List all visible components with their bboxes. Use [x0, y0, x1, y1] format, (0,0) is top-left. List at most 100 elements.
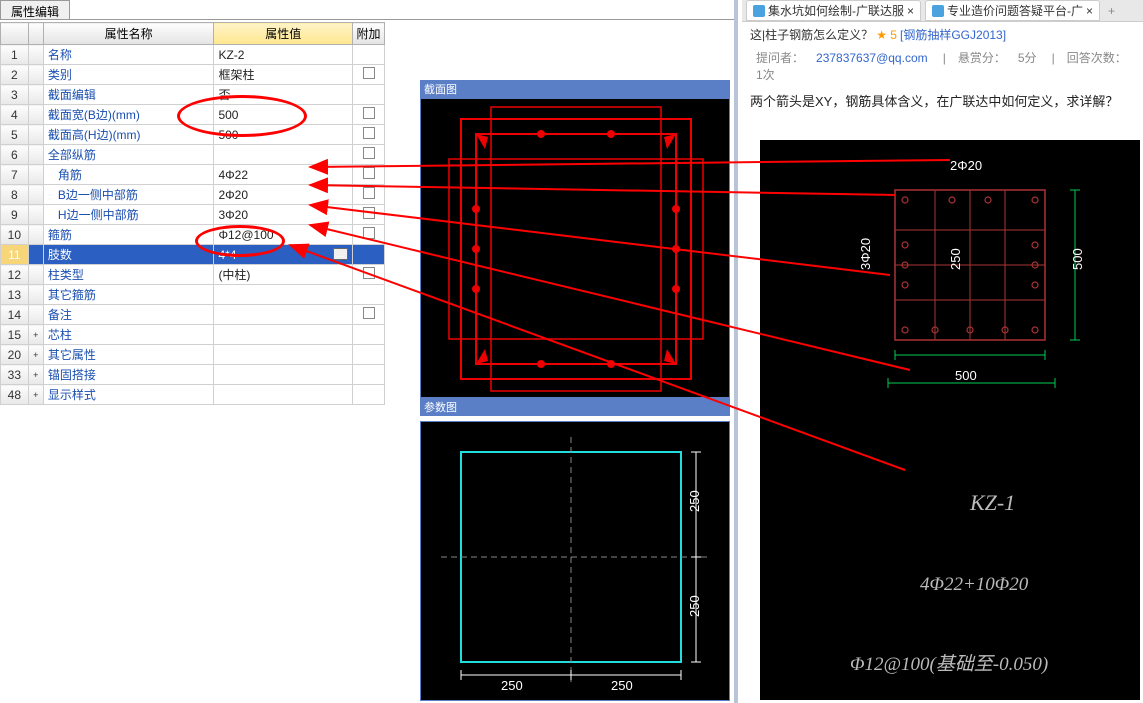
row-number: 10 — [1, 225, 29, 245]
close-icon[interactable]: × — [907, 4, 914, 18]
property-value[interactable] — [214, 365, 353, 385]
checkbox-icon[interactable] — [363, 127, 375, 139]
property-name: 芯柱 — [43, 325, 214, 345]
category-link[interactable]: [钢筋抽样GGJ2013] — [900, 28, 1006, 42]
row-number: 5 — [1, 125, 29, 145]
expand-toggle — [28, 185, 43, 205]
svg-text:2Φ20: 2Φ20 — [950, 158, 982, 173]
property-row[interactable]: 11肢数4*4… — [1, 245, 385, 265]
expand-toggle[interactable]: + — [28, 325, 43, 345]
row-number: 15 — [1, 325, 29, 345]
checkbox-icon[interactable] — [363, 267, 375, 279]
property-value[interactable] — [214, 385, 353, 405]
property-name: 角筋 — [43, 165, 214, 185]
extra-checkbox-cell[interactable] — [353, 185, 385, 205]
property-value[interactable] — [214, 345, 353, 365]
property-value[interactable]: 3Φ20 — [214, 205, 353, 225]
svg-text:250: 250 — [948, 248, 963, 270]
property-row[interactable]: 6全部纵筋 — [1, 145, 385, 165]
property-row[interactable]: 48+显示样式 — [1, 385, 385, 405]
extra-checkbox-cell[interactable] — [353, 65, 385, 85]
expand-toggle[interactable]: + — [28, 385, 43, 405]
extra-checkbox-cell[interactable] — [353, 245, 385, 265]
property-row[interactable]: 7 角筋4Φ22 — [1, 165, 385, 185]
extra-checkbox-cell[interactable] — [353, 145, 385, 165]
property-row[interactable]: 9H边一侧中部筋3Φ20 — [1, 205, 385, 225]
question-text: 两个箭头是XY，钢筋具体含义，在广联达中如何定义，求详解？ — [742, 85, 1143, 116]
extra-checkbox-cell[interactable] — [353, 125, 385, 145]
property-name: B边一侧中部筋 — [43, 185, 214, 205]
property-row[interactable]: 12柱类型(中柱) — [1, 265, 385, 285]
property-row[interactable]: 1 名称KZ-2 — [1, 45, 385, 65]
property-value[interactable]: (中柱) — [214, 265, 353, 285]
property-row[interactable]: 20+其它属性 — [1, 345, 385, 365]
property-row[interactable]: 10箍筋Φ12@100 — [1, 225, 385, 245]
checkbox-icon[interactable] — [363, 167, 375, 179]
extra-checkbox-cell[interactable] — [353, 305, 385, 325]
extra-checkbox-cell[interactable] — [353, 105, 385, 125]
row-number: 48 — [1, 385, 29, 405]
property-value[interactable]: 框架柱 — [214, 65, 353, 85]
row-number: 7 — [1, 165, 29, 185]
browser-tab-1[interactable]: 集水坑如何绘制-广联达服× — [746, 0, 921, 21]
close-icon[interactable]: × — [1086, 4, 1093, 18]
extra-checkbox-cell[interactable] — [353, 45, 385, 65]
checkbox-icon[interactable] — [363, 307, 375, 319]
extra-checkbox-cell[interactable] — [353, 345, 385, 365]
property-name: 锚固搭接 — [43, 365, 214, 385]
expand-toggle — [28, 305, 43, 325]
breadcrumb: 这|柱子钢筋怎么定义？ ★ 5 [钢筋抽样GGJ2013] — [742, 22, 1143, 47]
row-number: 1 — [1, 45, 29, 65]
row-number: 8 — [1, 185, 29, 205]
extra-checkbox-cell[interactable] — [353, 205, 385, 225]
property-row[interactable]: 8 B边一侧中部筋2Φ20 — [1, 185, 385, 205]
checkbox-icon[interactable] — [363, 187, 375, 199]
property-value[interactable]: 4Φ22 — [214, 165, 353, 185]
property-row[interactable]: 13其它箍筋 — [1, 285, 385, 305]
row-number: 4 — [1, 105, 29, 125]
row-number: 13 — [1, 285, 29, 305]
extra-checkbox-cell[interactable] — [353, 85, 385, 105]
property-value[interactable]: KZ-2 — [214, 45, 353, 65]
property-name: 其它属性 — [43, 345, 214, 365]
property-name: 柱类型 — [43, 265, 214, 285]
extra-checkbox-cell[interactable] — [353, 165, 385, 185]
expand-toggle — [28, 65, 43, 85]
extra-checkbox-cell[interactable] — [353, 385, 385, 405]
property-name: 显示样式 — [43, 385, 214, 405]
question-meta: 提问者：237837637@qq.com |悬赏分：5分 |回答次数：1次 — [742, 47, 1143, 85]
browser-tab-2[interactable]: 专业造价问题答疑平台-广× — [925, 0, 1100, 21]
extra-checkbox-cell[interactable] — [353, 325, 385, 345]
expand-toggle[interactable]: + — [28, 365, 43, 385]
expand-toggle — [28, 105, 43, 125]
new-tab-button[interactable]: + — [1104, 4, 1119, 18]
extra-checkbox-cell[interactable] — [353, 285, 385, 305]
checkbox-icon[interactable] — [363, 147, 375, 159]
expand-toggle[interactable]: + — [28, 345, 43, 365]
checkbox-icon[interactable] — [363, 207, 375, 219]
property-value[interactable] — [214, 325, 353, 345]
property-row[interactable]: 2类别框架柱 — [1, 65, 385, 85]
property-value[interactable]: 2Φ20 — [214, 185, 353, 205]
property-name: H边一侧中部筋 — [43, 205, 214, 225]
property-value[interactable] — [214, 305, 353, 325]
row-number: 6 — [1, 145, 29, 165]
more-button[interactable]: … — [333, 248, 348, 260]
svg-text:500: 500 — [955, 368, 977, 383]
property-value[interactable] — [214, 285, 353, 305]
tab-property-edit[interactable]: 属性编辑 — [0, 0, 70, 19]
checkbox-icon[interactable] — [363, 107, 375, 119]
extra-checkbox-cell[interactable] — [353, 225, 385, 245]
property-value[interactable] — [214, 145, 353, 165]
property-name: 名称 — [43, 45, 214, 65]
property-row[interactable]: 33+锚固搭接 — [1, 365, 385, 385]
col-expand — [28, 23, 43, 45]
property-row[interactable]: 15+芯柱 — [1, 325, 385, 345]
extra-checkbox-cell[interactable] — [353, 265, 385, 285]
checkbox-icon[interactable] — [363, 67, 375, 79]
property-row[interactable]: 14备注 — [1, 305, 385, 325]
property-name: 肢数 — [43, 245, 214, 265]
checkbox-icon[interactable] — [363, 227, 375, 239]
col-extra: 附加 — [353, 23, 385, 45]
extra-checkbox-cell[interactable] — [353, 365, 385, 385]
